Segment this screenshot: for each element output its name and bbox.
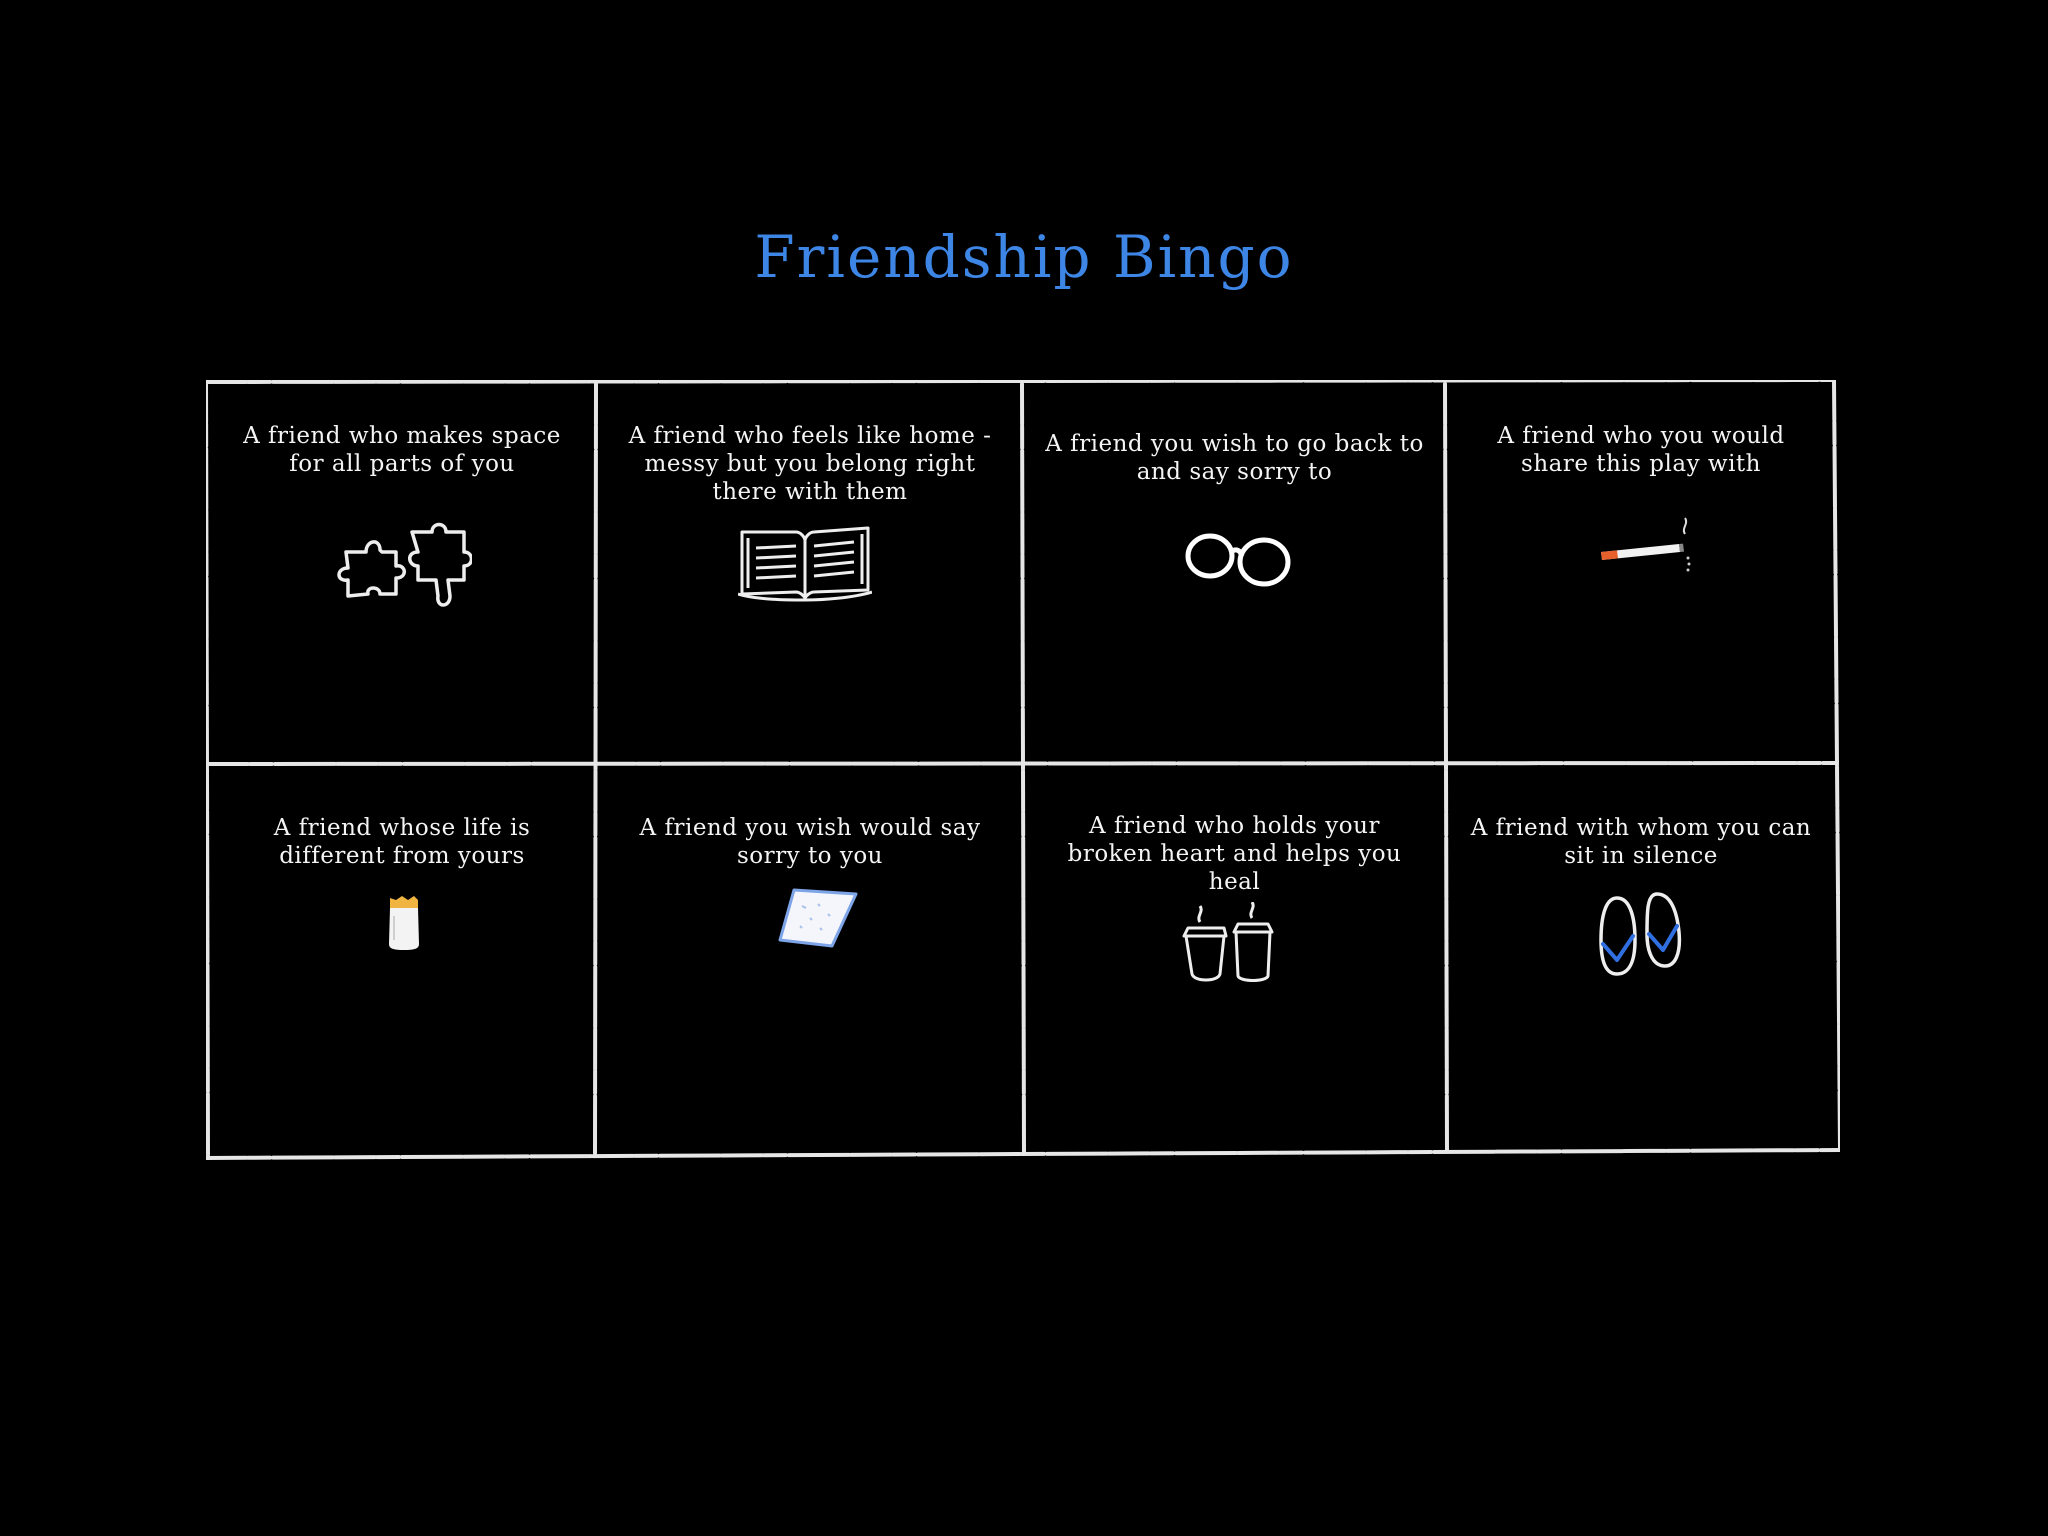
bingo-cell-8[interactable]: A friend with whom you can sit in silenc… bbox=[1447, 766, 1835, 1152]
cell-2-text: A friend who feels like home - messy but… bbox=[628, 423, 992, 505]
handkerchief-icon bbox=[778, 888, 858, 948]
cell-8-text: A friend with whom you can sit in silenc… bbox=[1470, 815, 1812, 869]
cell-7-text: A friend who holds your broken heart and… bbox=[1067, 813, 1402, 895]
bingo-cell-4[interactable]: A friend who you would share this play w… bbox=[1447, 382, 1835, 764]
bingo-cell-7[interactable]: A friend who holds your broken heart and… bbox=[1024, 766, 1445, 1152]
puzzle-pieces-icon bbox=[337, 522, 472, 607]
bingo-cell-3[interactable]: A friend you wish to go back to and say … bbox=[1024, 382, 1445, 764]
bingo-cell-2[interactable]: A friend who feels like home - messy but… bbox=[598, 382, 1022, 764]
cell-3-text: A friend you wish to go back to and say … bbox=[1045, 431, 1424, 485]
cell-1-text: A friend who makes space for all parts o… bbox=[243, 423, 561, 477]
bingo-cell-6[interactable]: A friend you wish would say sorry to you bbox=[598, 766, 1022, 1152]
bingo-cell-1[interactable]: A friend who makes space for all parts o… bbox=[208, 382, 596, 764]
cell-5-text: A friend whose life is different from yo… bbox=[273, 815, 531, 869]
page-title: Friendship Bingo bbox=[754, 223, 1294, 291]
cigarette-icon bbox=[1601, 517, 1691, 572]
coffee-cups-icon bbox=[1182, 902, 1274, 982]
bingo-cell-5[interactable]: A friend whose life is different from yo… bbox=[208, 766, 596, 1152]
open-book-icon bbox=[738, 526, 872, 602]
cell-6-text: A friend you wish would say sorry to you bbox=[639, 815, 981, 869]
glasses-icon bbox=[1185, 533, 1291, 587]
cell-4-text: A friend who you would share this play w… bbox=[1497, 423, 1785, 477]
flip-flops-icon bbox=[1599, 892, 1682, 976]
jar-icon bbox=[389, 896, 419, 950]
bingo-board: A friend who makes space for all parts o… bbox=[206, 380, 1840, 1160]
